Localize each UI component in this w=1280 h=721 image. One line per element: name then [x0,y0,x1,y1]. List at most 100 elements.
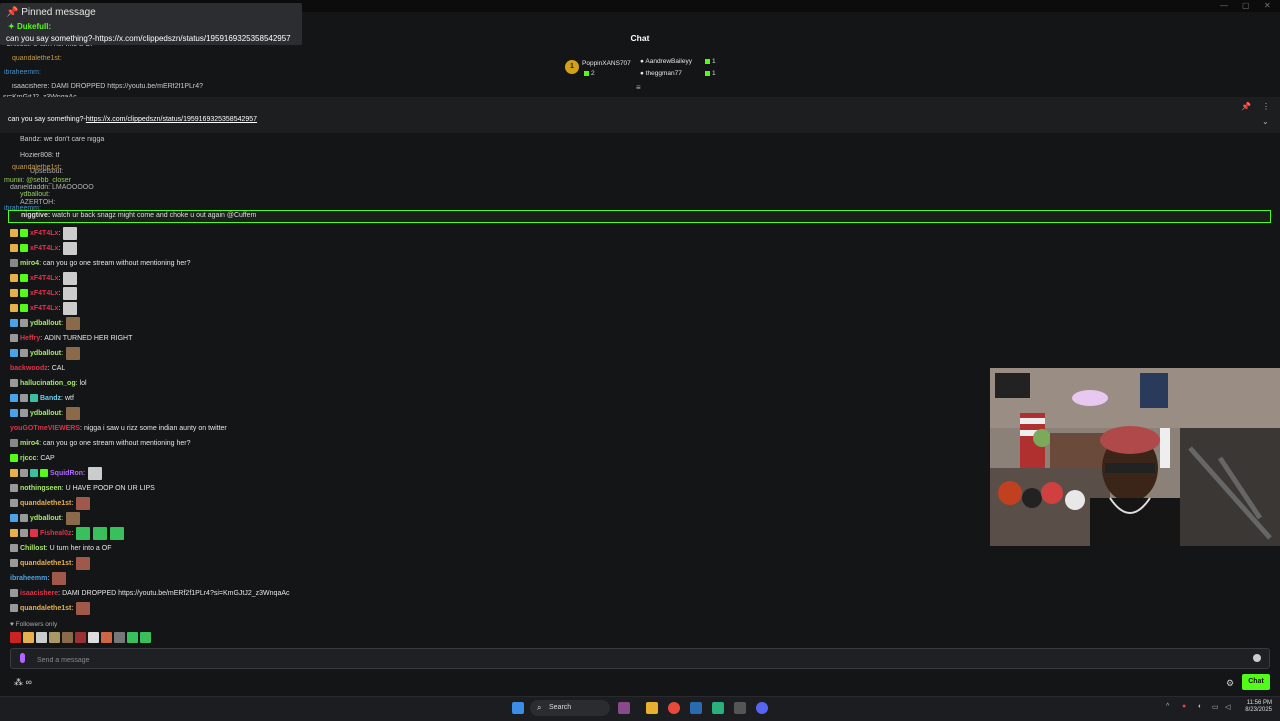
chat-message[interactable]: youGOTmeVIEWERS: nigga i saw u rizz some … [10,421,227,435]
chat-username[interactable]: Fisheal0z [40,530,72,537]
minimize-icon[interactable]: — [1220,1,1228,10]
chat-message[interactable]: Heffry: ADIN TURNED HER RIGHT [10,331,132,345]
chat-message[interactable]: Fisheal0z: [10,526,125,540]
chat-message[interactable]: xF4T4Lx: [10,241,78,255]
tray-chevron-icon[interactable]: ^ [1166,703,1169,710]
chat-username[interactable]: quandalethe1st [20,500,71,507]
chat-username[interactable]: quandalethe1st [20,560,71,567]
taskbar-app-icon[interactable] [618,702,630,714]
chat-input-box[interactable] [10,648,1270,669]
chrome-icon[interactable] [668,702,680,714]
chevron-down-icon[interactable]: ⌄ [1262,117,1269,126]
chat-message[interactable]: xF4T4Lx: [10,271,78,285]
mic-icon[interactable] [20,653,25,663]
chat-message[interactable]: ibraheemm: [10,571,67,585]
chat-tools-icon[interactable]: ⁂ ∞ [14,677,32,688]
chat-username[interactable]: quandalethe1st [20,605,71,612]
chat-username[interactable]: isaacishere [20,590,58,597]
emoji-icon[interactable] [1253,654,1261,662]
chat-message[interactable]: ydballout: [10,511,81,525]
chat-message[interactable]: Bandz: wtf [10,391,74,405]
chat-username[interactable]: SquidRon [50,470,83,477]
emote-shortcut-icon[interactable] [23,632,34,643]
folder-icon[interactable] [646,702,658,714]
chat-message[interactable]: nothingseen: U HAVE POOP ON UR LIPS [10,481,155,495]
pin-icon[interactable]: 📌 [1241,102,1251,111]
emote-shortcut-icon[interactable] [10,632,21,643]
app-icon[interactable] [712,702,724,714]
chat-message[interactable]: miro4: can you go one stream without ment… [10,256,191,270]
chat-message-text[interactable]: DAMI DROPPED https://youtu.be/mERf2f1PLr… [62,590,289,597]
chat-username[interactable]: Bandz [40,395,61,402]
leaderboard-name-1[interactable]: PoppinXANS707 [582,60,631,67]
tray-app-icon[interactable]: ● [1182,703,1186,710]
emote-shortcut-icon[interactable] [49,632,60,643]
maximize-icon[interactable]: ▢ [1242,1,1250,10]
chat-username[interactable]: youGOTmeVIEWERS [10,425,80,432]
chat-message[interactable]: ydballout: [10,346,81,360]
chat-message[interactable]: xF4T4Lx: [10,301,78,315]
highlighted-message[interactable]: niggtive: watch ur back snagz might come… [8,210,1271,223]
chat-username[interactable]: ydballout [30,350,61,357]
chat-username[interactable]: ibraheemm [10,575,47,582]
chat-input[interactable] [35,652,1239,668]
chat-message[interactable]: Chillost: U turn her into a OF [10,541,111,555]
chat-username[interactable]: Heffry [20,335,40,342]
chat-username[interactable]: hallucination_og [20,380,76,387]
chat-username[interactable]: miro4 [20,440,39,447]
chat-message[interactable]: xF4T4Lx: [10,226,78,240]
chat-username[interactable]: miro4 [20,260,39,267]
chat-username[interactable]: xF4T4Lx [30,290,58,297]
emote-shortcut-icon[interactable] [62,632,73,643]
chat-message[interactable]: rjccc: CAP [10,451,55,465]
chat-username[interactable]: backwoodz [10,365,48,372]
chat-username[interactable]: xF4T4Lx [30,305,58,312]
chat-username[interactable]: Chillost [20,545,46,552]
chat-username[interactable]: ydballout [30,515,61,522]
tray-network-icon[interactable]: ▭ [1212,703,1219,711]
chat-username[interactable]: rjccc [20,455,36,462]
settings-icon[interactable]: ⚙ [1226,678,1234,689]
taskbar-search[interactable]: ⌕ Search [530,700,610,716]
more-icon[interactable]: ⋮ [1262,102,1270,111]
chat-message[interactable]: isaacishere: DAMI DROPPED https://youtu.b… [10,586,290,600]
tray-wifi-icon[interactable]: ◐ [1198,703,1202,710]
chat-username[interactable]: ydballout [30,320,61,327]
chat-message[interactable]: quandalethe1st: [10,556,91,570]
emote-shortcut-icon[interactable] [114,632,125,643]
chat-username[interactable]: ydballout [30,410,61,417]
chat-message[interactable]: xF4T4Lx: [10,286,78,300]
emote-shortcut-icon[interactable] [75,632,86,643]
chat-message[interactable]: ydballout: [10,316,81,330]
emote-shortcut-icon[interactable] [127,632,138,643]
app-icon-2[interactable] [734,702,746,714]
leaderboard-name-2[interactable]: ● AandrewBaileyy [640,58,692,65]
emote-shortcut-icon[interactable] [140,632,151,643]
start-icon[interactable] [512,702,524,714]
emote-shortcut-icon[interactable] [101,632,112,643]
chat-message[interactable]: hallucination_og: lol [10,376,87,390]
leaderboard-name-3[interactable]: ● theggman77 [640,70,682,77]
send-chat-button[interactable]: Chat [1242,674,1270,690]
steam-icon[interactable] [690,702,702,714]
chat-message-text: CAL [51,364,66,372]
chat-message[interactable]: miro4: can you go one stream without ment… [10,436,191,450]
chat-username[interactable]: nothingseen [20,485,62,492]
chat-message[interactable]: quandalethe1st: [10,496,91,510]
chat-username[interactable]: xF4T4Lx [30,230,58,237]
chat-username[interactable]: xF4T4Lx [30,275,58,282]
chat-message[interactable]: quandalethe1st: [10,601,91,615]
emote-shortcut-icon[interactable] [88,632,99,643]
chat-message[interactable]: backwoodz: CAL [10,361,65,375]
chat-username[interactable]: xF4T4Lx [30,245,58,252]
taskbar-clock[interactable]: 11:56 PM 8/23/2025 [1236,700,1272,714]
chat-colon: : [80,424,82,432]
leaderboard-expand-icon[interactable]: ≡ [636,83,641,92]
emote-shortcut-icon[interactable] [36,632,47,643]
chat-message[interactable]: ydballout: [10,406,81,420]
chat-message[interactable]: SquidRon: [10,466,103,480]
close-icon[interactable]: ✕ [1264,1,1271,10]
pinned-bar[interactable]: can you say something?-https://x.com/cli… [0,97,1280,133]
discord-icon[interactable] [756,702,768,714]
tray-volume-icon[interactable]: ◁ [1225,703,1230,711]
